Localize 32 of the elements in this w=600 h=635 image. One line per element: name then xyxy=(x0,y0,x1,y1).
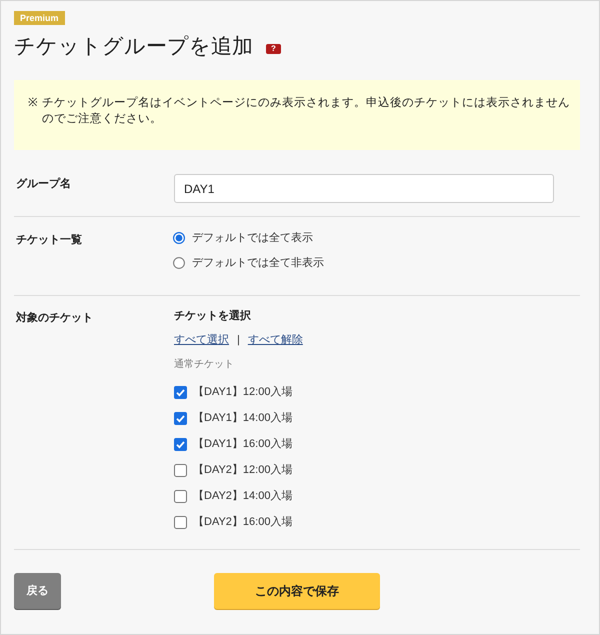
field-label: チケット一覧 xyxy=(15,233,83,247)
ticket-label: 【DAY2】16:00入場 xyxy=(193,514,292,530)
select-all-link[interactable]: すべて選択 xyxy=(174,333,229,347)
help-button[interactable]: ? xyxy=(266,44,281,54)
back-button[interactable]: 戻る xyxy=(14,573,61,609)
field-label: グループ名 xyxy=(15,176,72,191)
ticket-label: 【DAY1】12:00入場 xyxy=(193,384,292,400)
radio-icon[interactable] xyxy=(173,257,185,269)
checkbox-icon[interactable] xyxy=(174,490,187,502)
ticket-category: 通常チケット xyxy=(174,358,235,372)
note-mark: ※ xyxy=(28,96,39,111)
checkbox-checked-icon[interactable] xyxy=(174,438,187,450)
ticket-label: 【DAY2】14:00入場 xyxy=(193,488,292,504)
ticket-label: 【DAY2】12:00入場 xyxy=(193,462,292,478)
section-heading: チケットを選択 xyxy=(174,309,252,323)
premium-badge: Premium xyxy=(14,11,65,25)
radio-label: デフォルトでは全て表示 xyxy=(192,230,313,246)
page-title: チケットグループを追加 xyxy=(14,34,253,60)
notice-text: チケットグループ名はイベントページにのみ表示されます。申込後のチケットには表示されませんのでご注意ください。 xyxy=(42,95,571,127)
checkbox-checked-icon[interactable] xyxy=(174,412,187,424)
save-button[interactable]: この内容で保存 xyxy=(214,573,380,609)
checkbox-icon[interactable] xyxy=(174,464,187,476)
ticket-label: 【DAY1】14:00入場 xyxy=(193,410,292,426)
radio-label: デフォルトでは全て非表示 xyxy=(192,256,324,271)
link-separator: | xyxy=(237,333,240,347)
group-name-input[interactable]: DAY1 xyxy=(174,174,554,203)
ticket-label: 【DAY1】16:00入場 xyxy=(193,436,292,452)
field-label: 対象のチケット xyxy=(14,310,94,325)
checkbox-checked-icon[interactable] xyxy=(174,386,187,398)
checkbox-icon[interactable] xyxy=(174,516,187,528)
deselect-all-link[interactable]: すべて解除 xyxy=(248,333,303,347)
radio-selected-icon[interactable] xyxy=(173,232,185,244)
